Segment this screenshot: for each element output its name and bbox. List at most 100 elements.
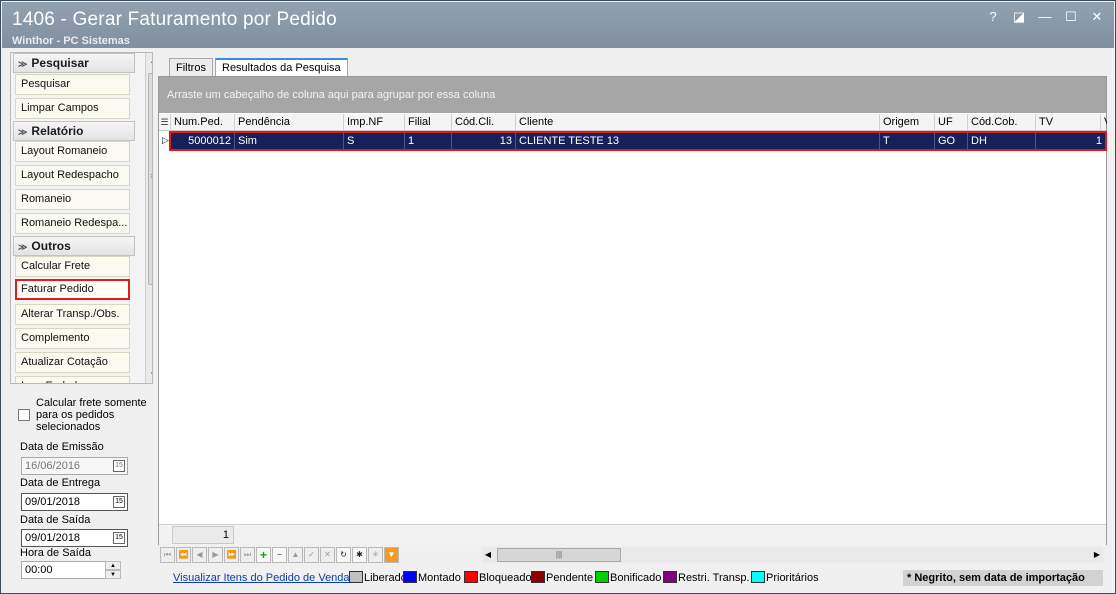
calendar-icon[interactable]: 15 — [113, 460, 125, 472]
col-pendencia[interactable]: Pendência — [235, 114, 344, 131]
sidebar-item-complemento[interactable]: Complemento — [15, 328, 130, 349]
swatch — [595, 571, 609, 583]
window-title: 1406 - Gerar Faturamento por Pedido — [12, 9, 337, 30]
legend-note: * Negrito, sem data de importação — [903, 570, 1103, 586]
scroll-left-icon[interactable]: ◀ — [482, 547, 494, 563]
data-saida-label: Data de Saída — [20, 514, 91, 526]
hora-saida-stepper[interactable]: ▲ ▼ — [105, 561, 121, 579]
minimize-icon[interactable]: — — [1038, 10, 1052, 24]
scroll-up-icon[interactable]: ▲ — [146, 53, 152, 69]
group-relatorio: ≫ Relatório — [13, 121, 135, 141]
filter-icon[interactable]: ▼ — [384, 547, 399, 563]
chevron-up-icon: ≫ — [18, 59, 28, 69]
prev-record-icon[interactable]: ◀ — [192, 547, 207, 563]
bookmark-icon[interactable]: ✱ — [352, 547, 367, 563]
column-chooser-icon[interactable]: ☰ — [159, 114, 171, 131]
cancel-record-icon[interactable]: ✕ — [320, 547, 335, 563]
col-tv[interactable]: TV — [1036, 114, 1101, 131]
tab-resultados[interactable]: Resultados da Pesquisa — [215, 58, 348, 77]
cell-num-ped: 5000012 — [171, 133, 235, 149]
col-imp-nf[interactable]: Imp.NF — [344, 114, 405, 131]
sidebar-item-imp-ended[interactable]: Imp. Ended... — [15, 376, 130, 383]
edit-record-icon[interactable]: ▲ — [288, 547, 303, 563]
sidebar-item-romaneio[interactable]: Romaneio — [15, 189, 130, 210]
legend-pendente: Pendente — [531, 570, 593, 586]
chevron-up-icon: ≫ — [18, 242, 28, 252]
sidebar-item-romaneio-redespacho[interactable]: Romaneio Redespa... — [15, 213, 130, 234]
legend-liberado: Liberado — [349, 570, 407, 586]
column-header-row: ☰ Num.Ped. Pendência Imp.NF Filial Cód.C… — [159, 114, 1107, 131]
delete-record-icon[interactable]: − — [272, 547, 287, 563]
hora-saida-label: Hora de Saída — [20, 547, 91, 559]
data-saida-field[interactable]: 09/01/2018 15 — [21, 529, 128, 547]
data-entrega-field[interactable]: 09/01/2018 15 — [21, 493, 128, 511]
add-record-icon[interactable]: + — [256, 547, 271, 563]
cell-cliente: CLIENTE TESTE 13 — [516, 133, 880, 149]
group-header-relatorio[interactable]: ≫ Relatório — [13, 121, 135, 141]
group-by-panel[interactable]: Arraste um cabeçalho de coluna aqui para… — [159, 77, 1106, 113]
sidebar-item-limpar-campos[interactable]: Limpar Campos — [15, 98, 130, 119]
close-icon[interactable]: ✕ — [1090, 10, 1104, 24]
spin-up-icon[interactable]: ▲ — [105, 561, 121, 570]
swatch — [751, 571, 765, 583]
swatch — [349, 571, 363, 583]
sidebar-item-alterar-transp[interactable]: Alterar Transp./Obs. — [15, 304, 130, 325]
calendar-icon[interactable]: 15 — [113, 532, 125, 544]
maximize-icon[interactable]: ☐ — [1064, 10, 1078, 24]
prev-page-icon[interactable]: ⏪ — [176, 547, 191, 563]
scroll-down-icon[interactable]: ▼ — [146, 367, 152, 383]
window-controls: ? ◪ — ☐ ✕ — [986, 10, 1104, 24]
sidebar-item-layout-redespacho[interactable]: Layout Redespacho — [15, 165, 130, 186]
sidebar-item-atualizar-cotacao[interactable]: Atualizar Cotação — [15, 352, 130, 373]
tab-filtros[interactable]: Filtros — [169, 58, 213, 77]
calendar-icon[interactable]: 15 — [113, 496, 125, 508]
col-cod-cob[interactable]: Cód.Cob. — [968, 114, 1036, 131]
cell-imp-nf: S — [344, 133, 405, 149]
next-record-icon[interactable]: ▶ — [208, 547, 223, 563]
cell-origem: T — [880, 133, 935, 149]
refresh-icon[interactable]: ↻ — [336, 547, 351, 563]
col-uf[interactable]: UF — [935, 114, 968, 131]
col-v[interactable]: V — [1101, 114, 1107, 131]
help-icon[interactable]: ? — [986, 10, 1000, 24]
goto-bookmark-icon[interactable]: ✳ — [368, 547, 383, 563]
h-scroll-thumb[interactable]: ||| — [497, 548, 621, 562]
grip-icon: ≡ — [146, 171, 152, 181]
grid-horizontal-scrollbar[interactable]: ◀ ||| ▶ — [482, 547, 1103, 563]
app-window: 1406 - Gerar Faturamento por Pedido Wint… — [0, 0, 1116, 594]
calc-frete-checkbox[interactable] — [18, 409, 30, 421]
cell-pendencia: Sim — [235, 133, 344, 149]
view-items-link[interactable]: Visualizar Itens do Pedido de Venda — [173, 570, 350, 586]
legend-montado: Montado — [403, 570, 461, 586]
legend-restri-transp: Restri. Transp. — [663, 570, 750, 586]
data-emissao-label: Data de Emissão — [20, 441, 104, 453]
scroll-right-icon[interactable]: ▶ — [1091, 547, 1103, 563]
group-header-outros[interactable]: ≫ Outros — [13, 236, 135, 256]
post-record-icon[interactable]: ✓ — [304, 547, 319, 563]
chevron-up-icon: ≫ — [18, 127, 28, 137]
sidebar-item-faturar-pedido[interactable]: Faturar Pedido — [15, 279, 130, 300]
sidebar-item-calcular-frete[interactable]: Calcular Frete — [15, 256, 130, 277]
sidebar-item-pesquisar[interactable]: Pesquisar — [15, 74, 130, 95]
data-emissao-field[interactable]: 16/06/2016 15 — [21, 457, 128, 475]
legend-prioritarios: Prioritários — [751, 570, 819, 586]
col-cliente[interactable]: Cliente — [516, 114, 880, 131]
cell-filial: 1 — [405, 133, 452, 149]
col-num-ped[interactable]: Num.Ped. — [171, 114, 235, 131]
col-filial[interactable]: Filial — [405, 114, 452, 131]
grid-footer: 1 — [159, 524, 1106, 545]
legend-bloqueado: Bloqueado — [464, 570, 532, 586]
next-page-icon[interactable]: ⏩ — [224, 547, 239, 563]
sidebar-scrollbar[interactable]: ▲ ≡ ▼ — [145, 53, 152, 383]
col-cod-cli[interactable]: Cód.Cli. — [452, 114, 516, 131]
last-record-icon[interactable]: ⏭ — [240, 547, 255, 563]
title-bar: 1406 - Gerar Faturamento por Pedido Wint… — [2, 2, 1114, 48]
sidebar-item-layout-romaneio[interactable]: Layout Romaneio — [15, 141, 130, 162]
first-record-icon[interactable]: ⏮ — [160, 547, 175, 563]
table-row[interactable]: 5000012 Sim S 1 13 CLIENTE TESTE 13 T GO… — [169, 131, 1107, 151]
spin-down-icon[interactable]: ▼ — [105, 570, 121, 579]
cell-uf: GO — [935, 133, 968, 149]
col-origem[interactable]: Origem — [880, 114, 935, 131]
restore-icon[interactable]: ◪ — [1012, 10, 1026, 24]
group-header-pesquisar[interactable]: ≫ Pesquisar — [13, 53, 135, 73]
